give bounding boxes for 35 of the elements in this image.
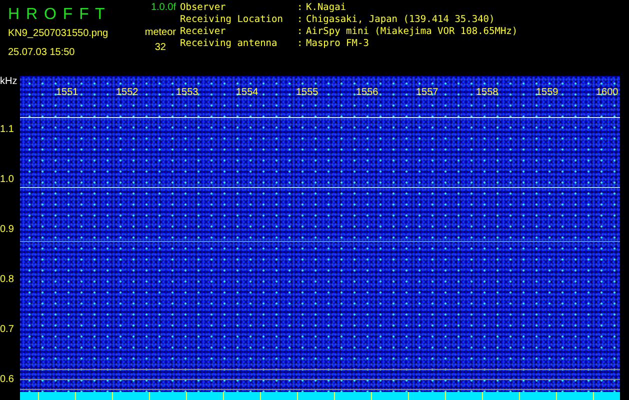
info-label: Receiving antenna [180, 38, 278, 50]
version-label: 1.0.0f [150, 2, 176, 13]
file-name: KN9_2507031550.png [8, 28, 110, 39]
info-value: AirSpy mini (Miakejima VOR 108.65MHz) [306, 26, 518, 38]
axis-label: 0.6 [0, 374, 15, 386]
app-title: H R O F F T [8, 6, 107, 24]
axis-label: 1556 [356, 87, 378, 98]
mode-label: meteor [144, 27, 176, 38]
info-label: Observer [180, 2, 227, 14]
axis-label: 1600 [596, 87, 618, 98]
axis-unit: kHz [0, 76, 18, 88]
axis-label: 0.8 [0, 274, 15, 286]
axis-label: 1551 [56, 87, 78, 98]
axis-label: 1553 [176, 87, 198, 98]
axis-label: 1559 [536, 87, 558, 98]
info-label: Receiver [180, 26, 227, 38]
axis-label: 1.0 [0, 174, 15, 186]
info-label: Receiving Location [180, 14, 284, 26]
separator: : [297, 2, 304, 14]
axis-label: 1555 [296, 87, 318, 98]
axis-label: 1557 [416, 87, 438, 98]
axis-label: 0.7 [0, 324, 15, 336]
separator: : [297, 38, 304, 50]
axis-label: 0.9 [0, 224, 15, 236]
axis-label: 1558 [476, 87, 498, 98]
timestamp: 25.07.03 15:50 [8, 47, 76, 58]
info-value: Maspro FM-3 [306, 38, 370, 50]
count-value: 32 [154, 42, 167, 53]
separator: : [297, 14, 304, 26]
info-value: Chigasaki, Japan (139.414 35.340) [306, 14, 496, 26]
axis-label: 1554 [236, 87, 258, 98]
separator: : [297, 26, 304, 38]
axis-label: 1.1 [0, 124, 15, 136]
axis-label: 1552 [116, 87, 138, 98]
info-value: K.Nagai [306, 2, 348, 14]
